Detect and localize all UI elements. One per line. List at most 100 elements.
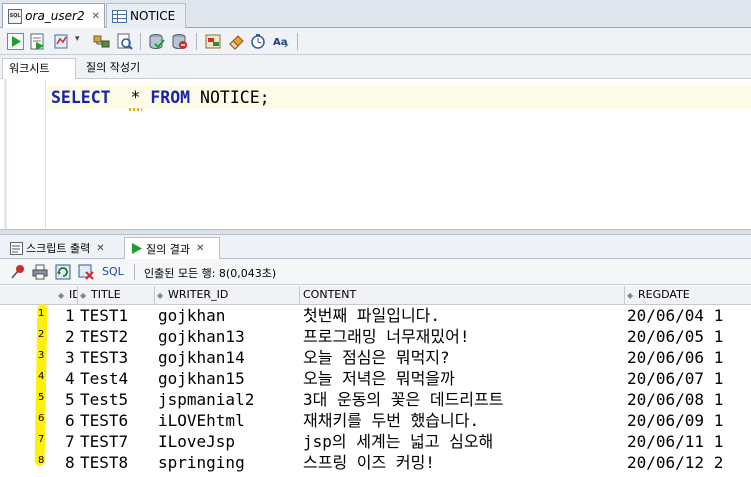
result-grid[interactable]: ◆ID ◆TITLE ◆WRITER_ID CONTENT ◆REGDATE 1… bbox=[0, 286, 751, 477]
cell-title[interactable]: TEST2 bbox=[80, 326, 156, 347]
cell-title[interactable]: TEST6 bbox=[80, 410, 156, 431]
cell-regdate[interactable]: 20/06/07 1 bbox=[627, 368, 751, 389]
table-row[interactable]: 1 1 TEST1 gojkhan 첫번째 파일입니다. 20/06/04 1 bbox=[0, 305, 751, 326]
row-number: 1 bbox=[38, 308, 45, 319]
cell-id[interactable]: 1 bbox=[65, 305, 75, 326]
cell-title[interactable]: TEST1 bbox=[80, 305, 156, 326]
cell-title[interactable]: Test5 bbox=[80, 389, 156, 410]
cell-regdate[interactable]: 20/06/08 1 bbox=[627, 389, 751, 410]
cell-content[interactable]: 재채키를 두번 했습니다. bbox=[303, 410, 625, 431]
row-number: 2 bbox=[38, 329, 45, 340]
cell-id[interactable]: 4 bbox=[65, 368, 75, 389]
cell-content[interactable]: 3대 운동의 꽃은 데드리프트 bbox=[303, 389, 625, 410]
rollback-icon[interactable] bbox=[171, 33, 188, 50]
editor-gutter bbox=[0, 79, 46, 229]
sql-tuning-icon[interactable] bbox=[116, 33, 133, 50]
table-row[interactable]: 4 4 Test4 gojkhan15 오늘 저녁은 뭐먹을까 20/06/07… bbox=[0, 368, 751, 389]
sql-statement[interactable]: SELECT * FROM NOTICE; bbox=[51, 88, 270, 107]
sql-editor[interactable]: SELECT * FROM NOTICE; bbox=[0, 79, 751, 229]
run-statement-icon[interactable] bbox=[7, 33, 24, 50]
cell-id[interactable]: 2 bbox=[65, 326, 75, 347]
script-output-icon bbox=[10, 241, 23, 255]
cell-content[interactable]: 첫번째 파일입니다. bbox=[303, 305, 625, 326]
tab-worksheet[interactable]: 워크시트 bbox=[2, 58, 76, 79]
cell-id[interactable]: 6 bbox=[65, 410, 75, 431]
cell-content[interactable]: 오늘 저녁은 뭐먹을까 bbox=[303, 368, 625, 389]
toolbar-divider bbox=[134, 264, 135, 280]
sql-link[interactable]: SQL bbox=[102, 265, 124, 278]
cell-regdate[interactable]: 20/06/11 1 bbox=[627, 431, 751, 452]
column-header-content[interactable]: CONTENT bbox=[300, 286, 625, 305]
cell-title[interactable]: TEST3 bbox=[80, 347, 156, 368]
cell-regdate[interactable]: 20/06/04 1 bbox=[627, 305, 751, 326]
explain-plan-icon[interactable] bbox=[93, 33, 110, 50]
tab-label: 스크립트 출력 bbox=[26, 242, 91, 255]
gutter-scrollbar[interactable] bbox=[4, 79, 7, 229]
sort-icon: ◆ bbox=[58, 291, 65, 300]
run-script-icon[interactable] bbox=[29, 33, 46, 50]
cell-writer-id[interactable]: iLOVEhtml bbox=[158, 410, 302, 431]
worksheet-toolbar: ▾ Aa bbox=[0, 28, 751, 55]
cell-writer-id[interactable]: gojkhan13 bbox=[158, 326, 302, 347]
cell-id[interactable]: 7 bbox=[65, 431, 75, 452]
cell-content[interactable]: 오늘 점심은 뭐먹지? bbox=[303, 347, 625, 368]
close-icon[interactable]: ✕ bbox=[196, 243, 204, 254]
autotrace-icon[interactable] bbox=[53, 33, 70, 50]
row-number: 6 bbox=[38, 413, 45, 424]
tab-label: NOTICE bbox=[130, 9, 176, 23]
cancel-query-icon[interactable] bbox=[78, 264, 94, 280]
cell-writer-id[interactable]: gojkhan14 bbox=[158, 347, 302, 368]
tab-label: 질의 결과 bbox=[146, 242, 190, 256]
pin-icon[interactable] bbox=[10, 264, 26, 280]
table-name-token: NOTICE; bbox=[200, 88, 270, 107]
sql-timer-icon[interactable] bbox=[250, 33, 267, 50]
cell-id[interactable]: 5 bbox=[65, 389, 75, 410]
cell-writer-id[interactable]: gojkhan15 bbox=[158, 368, 302, 389]
table-row[interactable]: 6 6 TEST6 iLOVEhtml 재채키를 두번 했습니다. 20/06/… bbox=[0, 410, 751, 431]
chevron-down-icon[interactable]: ▾ bbox=[75, 34, 80, 44]
cell-content[interactable]: 스프링 이즈 커밍! bbox=[303, 452, 625, 473]
cell-writer-id[interactable]: jspmanial2 bbox=[158, 389, 302, 410]
keyword-from: FROM bbox=[150, 88, 191, 107]
cell-content[interactable]: jsp의 세계는 넓고 심오해 bbox=[303, 431, 625, 452]
sort-icon: ◆ bbox=[627, 291, 634, 300]
cell-regdate[interactable]: 20/06/09 1 bbox=[627, 410, 751, 431]
column-header-regdate[interactable]: ◆ REGDATE bbox=[625, 286, 751, 305]
row-number: 7 bbox=[38, 434, 45, 445]
cell-content[interactable]: 프로그래밍 너무재밌어! bbox=[303, 326, 625, 347]
clear-eraser-icon[interactable] bbox=[228, 33, 245, 50]
sql-history-icon[interactable] bbox=[205, 33, 222, 50]
refresh-icon[interactable] bbox=[55, 264, 71, 280]
table-row[interactable]: 7 7 TEST7 ILoveJsp jsp의 세계는 넓고 심오해 20/06… bbox=[0, 431, 751, 452]
column-header-writer-id[interactable]: ◆ WRITER_ID bbox=[155, 286, 300, 305]
fetch-status-text: 인출된 모든 행: 8(0,043초) bbox=[144, 267, 277, 280]
cell-id[interactable]: 8 bbox=[65, 452, 75, 473]
cell-regdate[interactable]: 20/06/05 1 bbox=[627, 326, 751, 347]
table-row[interactable]: 2 2 TEST2 gojkhan13 프로그래밍 너무재밌어! 20/06/0… bbox=[0, 326, 751, 347]
format-case-icon[interactable]: Aa bbox=[273, 33, 290, 50]
column-header-id[interactable]: ◆ID bbox=[56, 286, 78, 305]
tab-notice[interactable]: NOTICE bbox=[106, 3, 186, 28]
table-row[interactable]: 5 5 Test5 jspmanial2 3대 운동의 꽃은 데드리프트 20/… bbox=[0, 389, 751, 410]
cell-title[interactable]: TEST8 bbox=[80, 452, 156, 473]
column-header-title[interactable]: ◆ TITLE bbox=[78, 286, 155, 305]
close-icon[interactable]: ✕ bbox=[92, 11, 100, 22]
print-icon[interactable] bbox=[32, 264, 48, 280]
tab-script-output[interactable]: 스크립트 출력 ✕ bbox=[5, 237, 123, 259]
commit-icon[interactable] bbox=[148, 33, 165, 50]
cell-regdate[interactable]: 20/06/12 2 bbox=[627, 452, 751, 473]
cell-title[interactable]: TEST7 bbox=[80, 431, 156, 452]
cell-regdate[interactable]: 20/06/06 1 bbox=[627, 347, 751, 368]
tab-query-builder[interactable]: 질의 작성기 bbox=[80, 58, 146, 79]
table-row[interactable]: 8 8 TEST8 springing 스프링 이즈 커밍! 20/06/12 … bbox=[0, 452, 751, 473]
tab-ora-user2[interactable]: SQL ora_user2 ✕ bbox=[2, 3, 105, 28]
close-icon[interactable]: ✕ bbox=[96, 243, 104, 254]
cell-id[interactable]: 3 bbox=[65, 347, 75, 368]
tab-query-result[interactable]: 질의 결과 ✕ bbox=[124, 237, 220, 259]
cell-writer-id[interactable]: gojkhan bbox=[158, 305, 302, 326]
cell-writer-id[interactable]: springing bbox=[158, 452, 302, 473]
table-row[interactable]: 3 3 TEST3 gojkhan14 오늘 점심은 뭐먹지? 20/06/06… bbox=[0, 347, 751, 368]
cell-title[interactable]: Test4 bbox=[80, 368, 156, 389]
editor-mode-tabs: 워크시트 질의 작성기 bbox=[0, 55, 751, 79]
cell-writer-id[interactable]: ILoveJsp bbox=[158, 431, 302, 452]
